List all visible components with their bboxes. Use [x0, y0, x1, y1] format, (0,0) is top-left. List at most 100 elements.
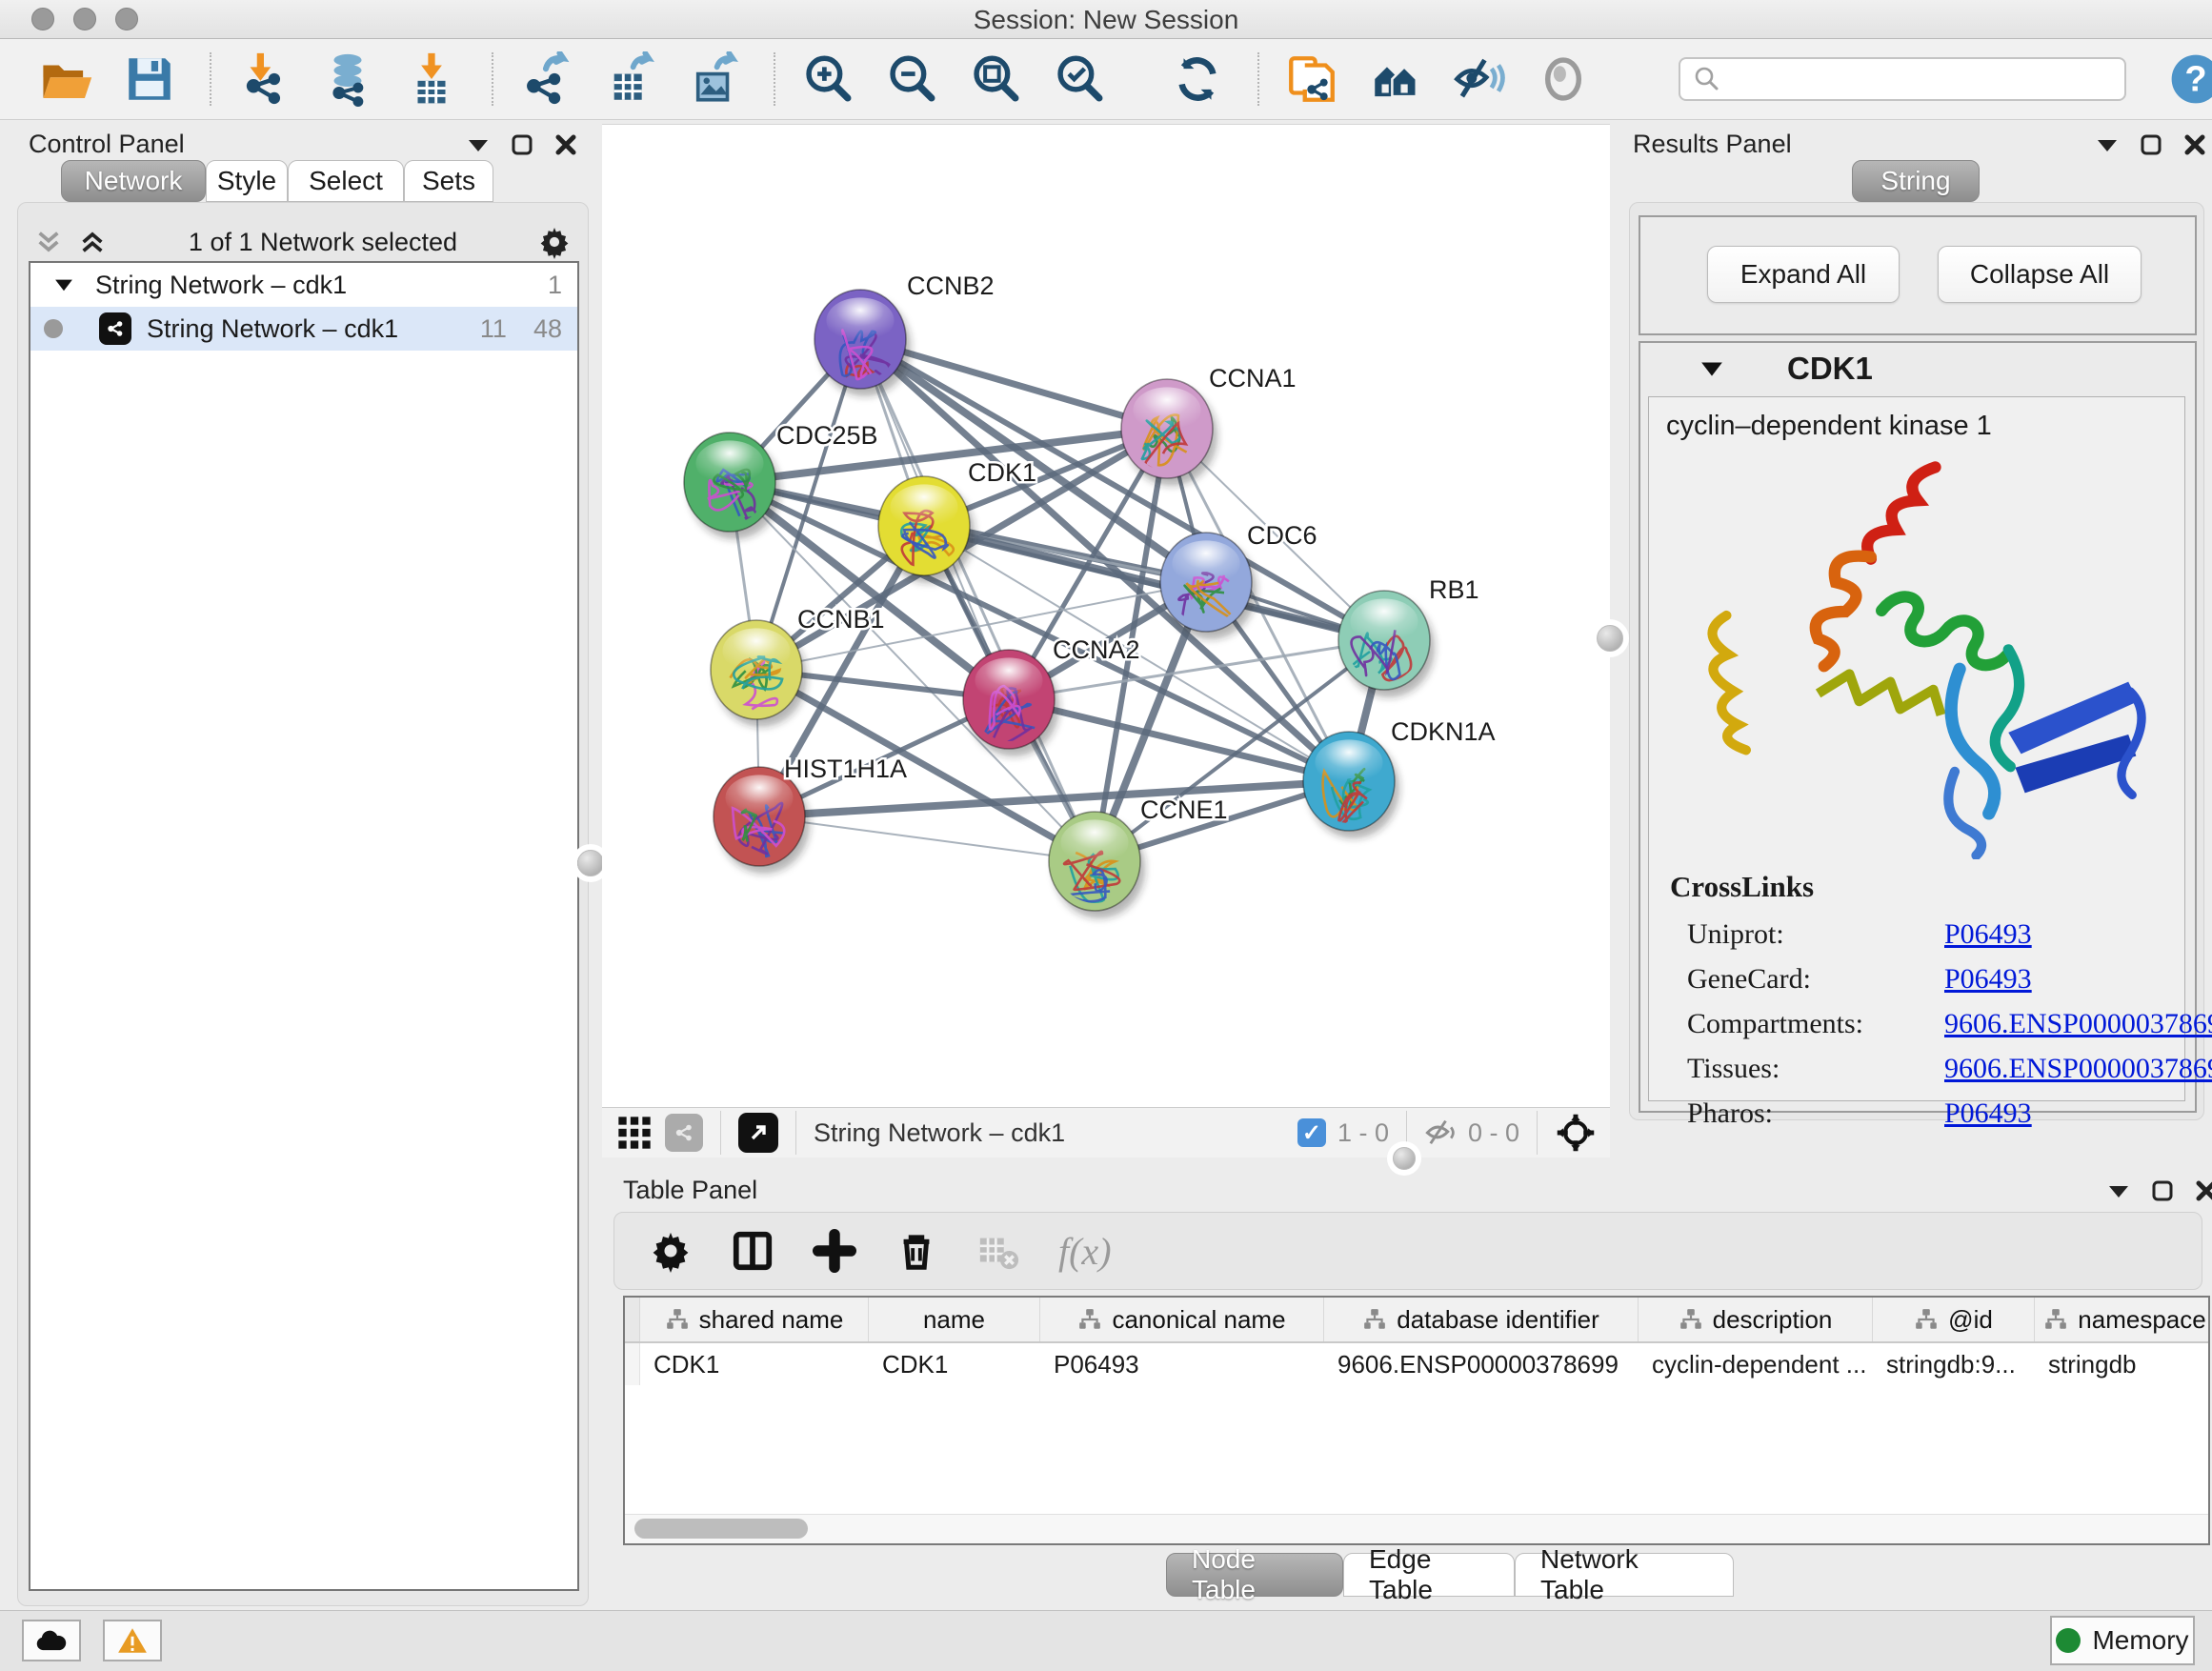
title-bar: Session: New Session: [0, 0, 2212, 39]
table-cell[interactable]: CDK1: [869, 1343, 1040, 1385]
application-window: Session: New Session: [0, 0, 2212, 1671]
delete-table-icon[interactable]: [976, 1229, 1020, 1273]
save-session-button[interactable]: [120, 50, 179, 109]
warnings-button[interactable]: [103, 1620, 162, 1661]
tab-network[interactable]: Network: [61, 160, 206, 202]
table-cell[interactable]: 9606.ENSP00000378699: [1324, 1343, 1639, 1385]
node-label: CDKN1A: [1391, 717, 1496, 746]
scrollbar-thumb[interactable]: [634, 1519, 808, 1539]
crosslink-value[interactable]: P06493: [1944, 918, 2032, 951]
expand-all-icon[interactable]: [76, 227, 109, 257]
import-network-button[interactable]: [234, 50, 293, 109]
hide-selected-button[interactable]: [1450, 50, 1509, 109]
crosslink-value[interactable]: 9606.ENSP00000378699: [1944, 1053, 2212, 1085]
column-header-namespace[interactable]: namespace: [2035, 1298, 2210, 1341]
refresh-layout-button[interactable]: [1168, 50, 1227, 109]
network-row-selected[interactable]: String Network – cdk1 11 48: [30, 307, 577, 351]
import-network-from-database-button[interactable]: [318, 50, 377, 109]
network-share-view-icon[interactable]: [665, 1114, 703, 1152]
column-header-name[interactable]: name: [869, 1298, 1040, 1341]
column-header-database-identifier[interactable]: database identifier: [1324, 1298, 1639, 1341]
column-header-description[interactable]: description: [1639, 1298, 1873, 1341]
table-cell[interactable]: P06493: [1040, 1343, 1324, 1385]
table-cell[interactable]: stringdb: [2035, 1343, 2210, 1385]
detach-view-icon[interactable]: [738, 1113, 778, 1153]
panel-menu-icon[interactable]: [467, 136, 490, 153]
node-data-table[interactable]: shared namenamecanonical name database id…: [623, 1296, 2210, 1545]
horizontal-splitter-handle[interactable]: [1393, 1147, 1416, 1170]
close-panel-icon[interactable]: [2195, 1179, 2212, 1202]
control-panel-splitter-handle[interactable]: [577, 850, 604, 876]
network-canvas[interactable]: CCNB2CCNA1CDC25BCDK1CDC6RB1CCNB1CCNA2CDK…: [602, 124, 1610, 1108]
table-cell[interactable]: stringdb:9...: [1873, 1343, 2035, 1385]
crosslink-value[interactable]: P06493: [1944, 963, 2032, 996]
table-cell[interactable]: cyclin-dependent ...: [1639, 1343, 1873, 1385]
grid-view-icon[interactable]: [615, 1114, 654, 1152]
zoom-in-button[interactable]: [798, 50, 857, 109]
memory-button[interactable]: Memory: [2050, 1616, 2195, 1665]
zoom-fit-button[interactable]: [966, 50, 1025, 109]
column-header-canonical-name[interactable]: canonical name: [1040, 1298, 1324, 1341]
table-row[interactable]: CDK1CDK1P064939606.ENSP00000378699cyclin…: [625, 1343, 2208, 1385]
gear-icon[interactable]: [537, 225, 572, 259]
first-neighbors-button[interactable]: [1366, 50, 1425, 109]
network-node-cdkn1a[interactable]: CDKN1A: [1303, 717, 1496, 838]
export-image-button[interactable]: [684, 50, 743, 109]
tab-network-table[interactable]: Network Table: [1515, 1553, 1734, 1597]
birdseye-toggle-icon[interactable]: [1555, 1112, 1597, 1154]
table-toolbar: f(x): [613, 1212, 2202, 1290]
preview-button[interactable]: [1534, 50, 1593, 109]
zoom-selected-button[interactable]: [1050, 50, 1109, 109]
delete-column-icon[interactable]: [895, 1229, 938, 1273]
memory-label: Memory: [2092, 1625, 2188, 1656]
cloud-status-button[interactable]: [22, 1620, 81, 1661]
open-session-button[interactable]: [36, 50, 95, 109]
toolbar-search-input[interactable]: [1679, 57, 2126, 101]
help-button[interactable]: ?: [2166, 50, 2212, 109]
table-horizontal-scrollbar[interactable]: [625, 1514, 2208, 1543]
table-settings-gear-icon[interactable]: [649, 1229, 693, 1273]
float-panel-icon[interactable]: [511, 133, 533, 156]
tab-select[interactable]: Select: [288, 160, 404, 202]
network-view-title: String Network – cdk1: [814, 1118, 1065, 1148]
tree-expander-icon[interactable]: [53, 277, 74, 292]
export-table-button[interactable]: [600, 50, 659, 109]
function-builder-button[interactable]: f(x): [1058, 1229, 1112, 1274]
results-actions-box: Expand All Collapse All: [1639, 215, 2197, 335]
import-table-button[interactable]: [402, 50, 461, 109]
collapse-all-icon[interactable]: [32, 227, 65, 257]
panel-menu-icon[interactable]: [2107, 1182, 2130, 1199]
node-label: CCNA1: [1209, 364, 1297, 393]
float-panel-icon[interactable]: [2140, 133, 2162, 156]
selected-checkbox-icon[interactable]: ✓: [1297, 1118, 1326, 1147]
tab-style[interactable]: Style: [206, 160, 288, 202]
export-network-button[interactable]: [516, 50, 575, 109]
crosslink-value[interactable]: 9606.ENSP00000378699: [1944, 1008, 2212, 1040]
column-header-shared-name[interactable]: shared name: [640, 1298, 869, 1341]
tab-string[interactable]: String: [1852, 160, 1980, 202]
network-node-ccne1[interactable]: CCNE1: [1049, 795, 1228, 918]
network-node-ccnb1[interactable]: CCNB1: [711, 605, 885, 727]
panel-menu-icon[interactable]: [2096, 136, 2119, 153]
column-header--id[interactable]: @id: [1873, 1298, 2035, 1341]
float-panel-icon[interactable]: [2151, 1179, 2174, 1202]
tab-sets[interactable]: Sets: [404, 160, 493, 202]
memory-status-dot: [2056, 1628, 2081, 1653]
column-header-label: database identifier: [1397, 1305, 1599, 1335]
section-expander-icon[interactable]: [1699, 359, 1724, 378]
tab-node-table[interactable]: Node Table: [1166, 1553, 1343, 1597]
clone-network-button[interactable]: [1282, 50, 1341, 109]
expand-all-button[interactable]: Expand All: [1707, 246, 1900, 303]
close-panel-icon[interactable]: [554, 133, 577, 156]
select-columns-icon[interactable]: [731, 1229, 774, 1273]
table-cell[interactable]: CDK1: [640, 1343, 869, 1385]
zoom-out-button[interactable]: [882, 50, 941, 109]
add-column-icon[interactable]: [813, 1229, 856, 1273]
network-node-ccna1[interactable]: CCNA1: [1121, 364, 1297, 486]
crosslink-value[interactable]: P06493: [1944, 1097, 2032, 1130]
close-panel-icon[interactable]: [2183, 133, 2206, 156]
network-collection-row[interactable]: String Network – cdk1 1: [30, 263, 577, 307]
tab-edge-table[interactable]: Edge Table: [1343, 1553, 1515, 1597]
collapse-all-button[interactable]: Collapse All: [1938, 246, 2142, 303]
network-node-rb1[interactable]: RB1: [1338, 575, 1479, 697]
